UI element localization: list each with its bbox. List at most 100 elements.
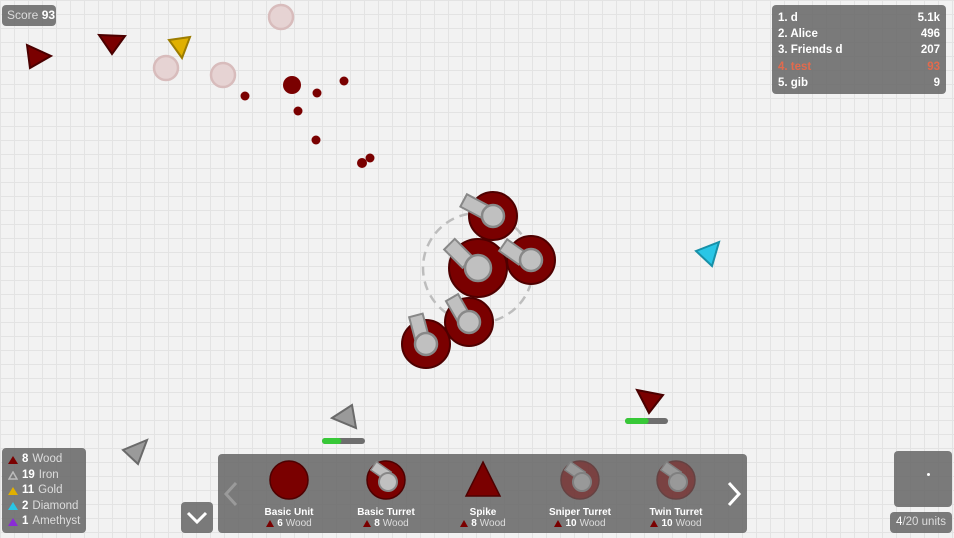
- resource-count: 2: [22, 499, 29, 512]
- resource-wood: 8 Wood: [8, 452, 86, 468]
- health-bar-fill: [625, 418, 649, 424]
- resource-count: 1: [22, 515, 29, 527]
- leaderboard-score: 9: [933, 76, 940, 89]
- resource-iron: 19 Iron: [8, 468, 86, 484]
- minimap[interactable]: [894, 451, 952, 507]
- bullet: [357, 158, 367, 168]
- leaderboard-name: 1. d: [778, 12, 798, 24]
- gold-icon: [8, 486, 18, 495]
- shop-item-cost-value: 10: [565, 518, 577, 529]
- leaderboard: 1. d 5.1k 2. Alice 496 3. Friends d 207 4. tes…: [772, 5, 946, 94]
- resource-count: 8: [22, 453, 29, 465]
- shop-item-sniper-turret[interactable]: Sniper Turret 10 Wood: [535, 460, 625, 532]
- turret-unit[interactable]: [442, 237, 508, 298]
- shop-item-name: Twin Turret: [649, 507, 703, 518]
- leaderboard-row: 5. gib 9: [778, 75, 940, 91]
- unit-count-label: units: [921, 516, 946, 528]
- bullet: [283, 76, 301, 94]
- health-bar: [625, 418, 668, 424]
- shop-item-basic-unit[interactable]: Basic Unit 6 Wood: [244, 460, 334, 532]
- wood-icon: [554, 520, 563, 527]
- iron-icon: [8, 470, 18, 480]
- wood-icon: [460, 520, 469, 527]
- resource-name: Gold: [38, 484, 63, 496]
- resource-name: Wood: [32, 453, 63, 465]
- shop-item-name: Sniper Turret: [548, 507, 612, 518]
- gold-resource: [167, 35, 192, 61]
- iron-resource: [121, 438, 149, 466]
- diamond-icon: [8, 502, 18, 511]
- bullet: [240, 91, 250, 101]
- score-value: 93: [41, 8, 56, 22]
- twin-turret-icon: [656, 460, 696, 500]
- resource-name: Diamond: [32, 499, 79, 512]
- chevron-left-icon[interactable]: [221, 480, 241, 508]
- unit-count-max: 20: [905, 516, 919, 528]
- bullet: [339, 76, 349, 86]
- shop-item-cost-value: 8: [471, 518, 477, 529]
- unit-count: 4/20 units: [890, 512, 952, 533]
- resource-inventory: 8 Wood 19 Iron 11 Gold 2 Diamond 1 Amethyst: [2, 448, 86, 533]
- minimap-player-dot: [927, 473, 930, 476]
- enemy-spike: [25, 43, 54, 70]
- chevron-down-icon: [186, 511, 208, 525]
- score-label: Score: [7, 8, 39, 22]
- wood-icon: [650, 520, 659, 527]
- shop-item-name: Basic Unit: [264, 507, 314, 518]
- basic-unit-icon: [269, 460, 309, 500]
- shop-item-cost-value: 6: [277, 518, 283, 529]
- shop-item-cost-value: 10: [661, 518, 673, 529]
- shop-item-cost: 8 Wood: [438, 518, 528, 529]
- turret-unit[interactable]: [401, 312, 451, 369]
- turret-unit[interactable]: [444, 292, 494, 347]
- faded-projectile: [209, 61, 237, 89]
- bullet: [311, 135, 321, 145]
- shop-bar: Basic Unit 6 Wood Basic Turret 8 Wood Spik…: [218, 454, 747, 533]
- faded-projectile: [267, 3, 295, 31]
- resource-amethyst: 1 Amethyst: [8, 514, 86, 530]
- turret-unit[interactable]: [459, 191, 518, 241]
- leaderboard-name: 3. Friends d: [778, 44, 843, 57]
- leaderboard-row-self: 4. test 93: [778, 59, 940, 75]
- leaderboard-name: 5. gib: [778, 76, 809, 89]
- spike-icon: [464, 460, 502, 497]
- wood-icon: [8, 455, 18, 464]
- leaderboard-name: 4. test: [778, 60, 812, 73]
- shop-item-name: Basic Turret: [357, 507, 415, 518]
- wood-icon: [266, 520, 275, 527]
- turret-unit[interactable]: [497, 235, 556, 285]
- bullets: [240, 76, 375, 168]
- basic-turret-icon: [366, 460, 406, 500]
- shop-item-name: Spike: [469, 507, 497, 518]
- leaderboard-row: 2. Alice 496: [778, 26, 940, 42]
- enemy-spike: [635, 388, 665, 415]
- bullet: [365, 153, 375, 163]
- shop-item-spike[interactable]: Spike 8 Wood: [438, 460, 528, 532]
- player-units[interactable]: [401, 191, 556, 369]
- leaderboard-row: 1. d 5.1k: [778, 10, 940, 26]
- shop-item-cost: 8 Wood: [341, 518, 431, 529]
- leaderboard-name: 2. Alice: [778, 28, 818, 41]
- shop-item-twin-turret[interactable]: Twin Turret 10 Wood: [631, 460, 721, 532]
- resource-diamond: 2 Diamond: [8, 499, 86, 515]
- leaderboard-score: 496: [920, 28, 940, 41]
- shop-item-cost: 10 Wood: [535, 518, 625, 529]
- shop-item-cost-resource: Wood: [382, 518, 409, 529]
- resource-name: Amethyst: [32, 515, 81, 527]
- sniper-turret-icon: [560, 460, 600, 500]
- enemy-spike: [97, 33, 127, 56]
- score-panel: Score 93: [2, 5, 56, 26]
- health-bar-fill: [322, 438, 342, 444]
- wood-icon: [363, 520, 372, 527]
- shop-item-cost-resource: Wood: [675, 518, 702, 529]
- resource-count: 19: [22, 468, 35, 481]
- diamond-resource: [694, 240, 721, 268]
- shop-item-basic-turret[interactable]: Basic Turret 8 Wood: [341, 460, 431, 532]
- chevron-right-icon[interactable]: [724, 480, 744, 508]
- amethyst-icon: [8, 517, 18, 526]
- resource-name: Iron: [38, 468, 59, 481]
- collapse-shop-button[interactable]: [181, 502, 213, 533]
- resource-gold: 11 Gold: [8, 483, 86, 499]
- shop-item-cost-value: 8: [374, 518, 380, 529]
- leaderboard-score: 207: [920, 44, 940, 57]
